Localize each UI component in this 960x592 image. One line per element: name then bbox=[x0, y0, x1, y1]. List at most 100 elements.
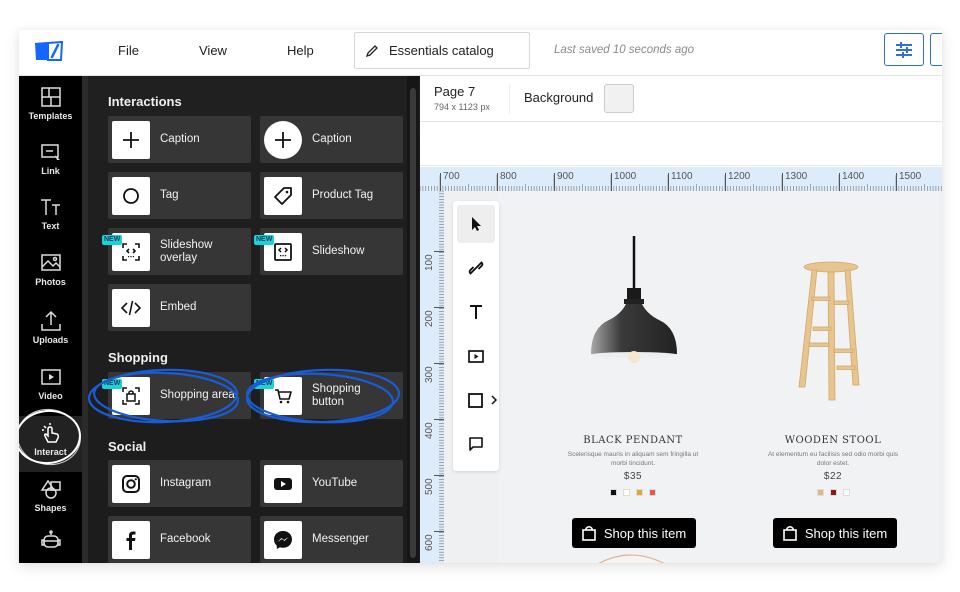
menu-view[interactable]: View bbox=[199, 43, 227, 58]
panel-scrollbar[interactable] bbox=[407, 76, 419, 563]
app-window: File View Help Essentials catalog Last s… bbox=[19, 30, 942, 563]
color-swatch[interactable] bbox=[829, 489, 837, 496]
ruler-major-tick bbox=[434, 419, 444, 420]
canvas-stage: BLACK PENDANT Scelerisque mauris in aliq… bbox=[444, 191, 942, 563]
background-color-swatch[interactable] bbox=[604, 84, 634, 113]
youtube-icon bbox=[274, 477, 292, 490]
sidebar-item-templates[interactable]: Templates bbox=[19, 80, 82, 136]
sidebar-label: Interact bbox=[34, 447, 67, 457]
select-tool[interactable] bbox=[457, 205, 495, 243]
ruler-major-tick bbox=[434, 307, 444, 308]
ruler-major-tick bbox=[896, 173, 897, 191]
tile-embed[interactable]: Embed bbox=[108, 284, 251, 331]
pendant-lamp-image[interactable] bbox=[579, 236, 689, 371]
tile-label: Shopping area bbox=[160, 389, 235, 401]
shop-this-item-button[interactable]: Shop this item bbox=[572, 518, 696, 548]
tile-label: YouTube bbox=[312, 477, 358, 489]
ruler-major-tick bbox=[725, 173, 726, 191]
sidebar-label: Uploads bbox=[32, 335, 69, 345]
sliders-icon bbox=[896, 41, 912, 58]
shopping-bag-icon bbox=[582, 526, 596, 541]
messenger-icon bbox=[274, 530, 292, 549]
comment-tool[interactable] bbox=[457, 425, 495, 463]
sidebar-item-uploads[interactable]: Uploads bbox=[19, 304, 82, 360]
ruler-label: 1100 bbox=[671, 171, 693, 182]
sidebar-rail: Templates Link Text Photos Uploads Video… bbox=[19, 76, 85, 563]
tile-product-tag[interactable]: Product Tag bbox=[260, 172, 403, 219]
tap-hand-icon bbox=[41, 423, 59, 443]
ruler-major-tick bbox=[554, 173, 555, 191]
horizontal-ruler: 700 800 900 1000 1100 1200 1300 1400 1500 bbox=[420, 167, 942, 191]
upload-icon bbox=[40, 310, 61, 331]
ruler-major-tick bbox=[434, 475, 444, 476]
tile-tag[interactable]: Tag bbox=[108, 172, 251, 219]
templates-icon bbox=[40, 87, 61, 107]
sidebar-item-shapes[interactable]: Shapes bbox=[19, 472, 82, 528]
ruler-major-tick bbox=[434, 363, 444, 364]
color-swatch[interactable] bbox=[610, 489, 617, 496]
menu-file[interactable]: File bbox=[118, 43, 139, 58]
sidebar-item-video[interactable]: Video bbox=[19, 360, 82, 416]
tile-messenger[interactable]: Messenger bbox=[260, 516, 403, 563]
square-icon bbox=[468, 393, 483, 408]
product-card: BLACK PENDANT Scelerisque mauris in aliq… bbox=[553, 435, 713, 496]
shop-this-item-button[interactable]: Shop this item bbox=[773, 518, 897, 548]
menu-help[interactable]: Help bbox=[287, 43, 314, 58]
sidebar-item-text[interactable]: Text bbox=[19, 190, 82, 246]
ruler-major-tick bbox=[434, 531, 444, 532]
ruler-label: 800 bbox=[500, 171, 517, 182]
sidebar-item-ai[interactable] bbox=[19, 524, 82, 563]
document-name-field[interactable]: Essentials catalog bbox=[354, 32, 530, 69]
color-swatch[interactable] bbox=[816, 489, 824, 496]
color-swatch[interactable] bbox=[623, 489, 630, 496]
tile-instagram[interactable]: Instagram bbox=[108, 460, 251, 507]
play-box-icon bbox=[468, 350, 484, 363]
ruler-major-tick bbox=[668, 173, 669, 191]
color-swatch[interactable] bbox=[842, 489, 850, 496]
tile-shopping-area[interactable]: NEW Shopping area bbox=[102, 372, 251, 419]
robot-icon bbox=[40, 530, 61, 548]
document-name: Essentials catalog bbox=[389, 43, 494, 58]
sidebar-label: Shapes bbox=[34, 503, 67, 513]
wooden-stool-image[interactable] bbox=[779, 261, 879, 411]
sidebar-item-link[interactable]: Link bbox=[19, 135, 82, 191]
facebook-icon bbox=[126, 531, 136, 550]
settings-button[interactable] bbox=[884, 33, 924, 66]
link-tool[interactable] bbox=[457, 249, 495, 287]
sidebar-item-photos[interactable]: Photos bbox=[19, 246, 82, 302]
text-tool[interactable] bbox=[457, 293, 495, 331]
new-badge: NEW bbox=[254, 379, 275, 389]
divider bbox=[509, 84, 510, 114]
catalog-page: BLACK PENDANT Scelerisque mauris in aliq… bbox=[499, 191, 939, 563]
ruler-label: 400 bbox=[424, 422, 435, 439]
scrollbar-thumb[interactable] bbox=[410, 88, 416, 558]
product-name: WOODEN STOOL bbox=[784, 435, 882, 446]
tile-shopping-button[interactable]: NEW Shopping button bbox=[254, 372, 403, 419]
tile-caption-square[interactable]: Caption bbox=[108, 116, 251, 163]
page-properties-bar: Page 7 794 x 1123 px Background bbox=[420, 76, 942, 122]
tile-label: Instagram bbox=[160, 477, 212, 489]
save-status: Last saved 10 seconds ago bbox=[554, 44, 695, 56]
shop-button-label: Shop this item bbox=[603, 525, 687, 541]
book-logo-icon[interactable] bbox=[34, 40, 64, 62]
interact-panel: Interactions Caption Caption Tag Product… bbox=[82, 76, 420, 563]
sidebar-item-interact[interactable]: Interact bbox=[19, 416, 82, 472]
tile-slideshow-overlay[interactable]: NEW Slideshow overlay bbox=[102, 228, 251, 275]
tile-label: Product Tag bbox=[312, 189, 374, 201]
shapes-icon bbox=[40, 479, 61, 499]
ruler-label: 1500 bbox=[899, 171, 922, 182]
secondary-button[interactable] bbox=[930, 33, 942, 66]
video-tool[interactable] bbox=[457, 337, 495, 375]
color-swatch[interactable] bbox=[649, 489, 656, 496]
tile-caption-circle[interactable]: Caption bbox=[260, 116, 403, 163]
tile-youtube[interactable]: YouTube bbox=[260, 460, 403, 507]
shape-tool[interactable] bbox=[457, 381, 497, 419]
color-swatch[interactable] bbox=[636, 489, 643, 496]
speech-bubble-icon bbox=[469, 437, 483, 451]
ruler-label: 1200 bbox=[728, 171, 751, 182]
tile-facebook[interactable]: Facebook bbox=[108, 516, 251, 563]
tile-slideshow[interactable]: NEW Slideshow bbox=[254, 228, 403, 275]
chevron-right-icon[interactable] bbox=[491, 395, 497, 405]
tile-label: Messenger bbox=[312, 533, 369, 545]
new-badge: NEW bbox=[254, 235, 275, 245]
